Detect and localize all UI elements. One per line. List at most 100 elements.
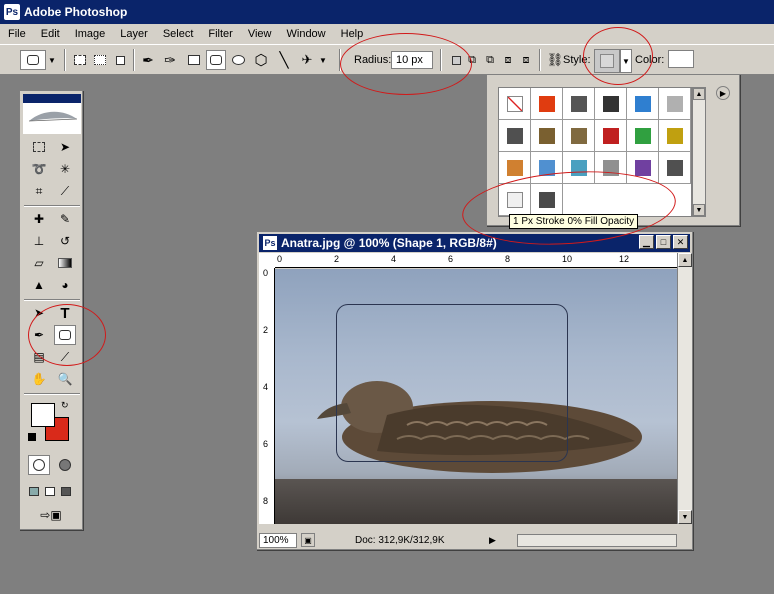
menu-filter[interactable]: Filter — [200, 28, 239, 40]
style-swatch-preview — [666, 159, 683, 176]
menu-view[interactable]: View — [240, 28, 279, 40]
style-grid-scrollbar[interactable]: ▲ ▼ — [692, 87, 706, 217]
clone-stamp-tool-icon[interactable]: ⊥ — [28, 231, 50, 251]
style-swatch[interactable] — [659, 152, 691, 184]
preset-dropdown-arrow[interactable]: ▼ — [46, 50, 58, 70]
divider — [24, 299, 80, 301]
gradient-tool-icon[interactable] — [54, 253, 76, 273]
scroll-up-arrow[interactable]: ▲ — [678, 253, 692, 267]
status-preview-icon[interactable]: ▣ — [301, 533, 315, 547]
paths-icon[interactable] — [90, 50, 110, 70]
style-swatch[interactable] — [531, 120, 563, 152]
menu-edit[interactable]: Edit — [33, 28, 67, 40]
screen-mode-full-menu-icon[interactable] — [42, 481, 58, 501]
default-colors-icon[interactable] — [28, 433, 36, 441]
maximize-button[interactable]: □ — [656, 235, 671, 249]
rectangle-tool-icon[interactable] — [184, 50, 204, 70]
ruler-tick-label: 4 — [263, 382, 269, 392]
hand-tool-icon[interactable]: ✋ — [28, 369, 50, 389]
style-swatch[interactable] — [499, 120, 531, 152]
image-canvas[interactable] — [275, 269, 677, 524]
scroll-down-arrow[interactable]: ▼ — [678, 510, 692, 524]
panel-menu-arrow-icon[interactable]: ▶ — [716, 86, 730, 100]
menu-select[interactable]: Select — [155, 28, 201, 40]
blur-tool-icon[interactable]: ▲ — [28, 275, 50, 295]
scroll-down-arrow[interactable]: ▼ — [693, 204, 705, 216]
tool-preset-picker[interactable] — [20, 50, 46, 70]
rounded-rectangle-tool-icon[interactable] — [206, 50, 226, 70]
style-swatch[interactable] — [659, 88, 691, 120]
standard-mode-icon[interactable] — [28, 455, 50, 475]
style-swatch[interactable] — [531, 88, 563, 120]
scroll-up-arrow[interactable]: ▲ — [693, 88, 705, 100]
fill-pixels-icon[interactable] — [110, 50, 130, 70]
color-swatch[interactable] — [668, 50, 694, 68]
intersect-shape-area-icon[interactable]: ⧈ — [498, 50, 518, 70]
rock-ledge — [275, 479, 677, 524]
status-menu-arrow-icon[interactable]: ▶ — [489, 535, 496, 546]
document-window: Ps Anatra.jpg @ 100% (Shape 1, RGB/8#) ▁… — [256, 231, 693, 550]
divider — [24, 393, 80, 395]
crop-tool-icon[interactable]: ⌗ — [28, 181, 50, 201]
polygon-tool-icon[interactable]: ⬡ — [251, 50, 271, 70]
vertical-scrollbar[interactable]: ▲ ▼ — [677, 253, 692, 524]
magic-wand-tool-icon[interactable]: ✳ — [54, 159, 76, 179]
ruler-tick-label: 10 — [562, 254, 573, 264]
move-tool-icon[interactable]: ➤ — [54, 137, 76, 157]
menu-file[interactable]: File — [0, 28, 33, 40]
zoom-level-field[interactable]: 100% — [259, 532, 297, 548]
exclude-shape-area-icon[interactable]: ⧈ — [516, 50, 536, 70]
menu-layer[interactable]: Layer — [112, 28, 155, 40]
slice-tool-icon[interactable]: ⟋ — [54, 181, 76, 201]
document-titlebar[interactable]: Ps Anatra.jpg @ 100% (Shape 1, RGB/8#) — [259, 234, 690, 252]
style-swatch[interactable] — [659, 120, 691, 152]
quick-mask-mode-icon[interactable] — [54, 455, 76, 475]
ruler-tick-label: 2 — [263, 325, 269, 335]
custom-shape-tool-icon[interactable]: ✈ — [297, 50, 317, 70]
close-button[interactable]: ✕ — [673, 235, 688, 249]
style-swatch-preview — [506, 127, 523, 144]
style-swatch[interactable] — [627, 88, 659, 120]
foreground-color-swatch-front[interactable] — [31, 403, 55, 427]
screen-mode-full-icon[interactable] — [58, 481, 74, 501]
ruler-origin[interactable] — [259, 253, 275, 268]
eraser-tool-icon[interactable]: ▱ — [28, 253, 50, 273]
horizontal-ruler[interactable]: 0 2 4 6 8 10 12 — [275, 253, 677, 268]
freeform-pen-icon[interactable]: ✑ — [160, 50, 180, 70]
menu-window[interactable]: Window — [279, 28, 333, 40]
toolbox-feather-logo — [23, 94, 81, 134]
marquee-tool-icon[interactable] — [28, 137, 50, 157]
menu-help[interactable]: Help — [333, 28, 371, 40]
ellipse-tool-icon[interactable] — [228, 50, 248, 70]
dodge-tool-icon[interactable]: ◕ — [54, 275, 76, 295]
horizontal-scrollbar[interactable] — [517, 534, 677, 547]
menu-image[interactable]: Image — [67, 28, 113, 40]
style-swatch-preview — [506, 159, 523, 176]
style-swatch[interactable] — [563, 120, 595, 152]
minimize-button[interactable]: ▁ — [639, 235, 654, 249]
style-swatch[interactable] — [499, 88, 531, 120]
subtract-shape-area-icon[interactable]: ⧉ — [480, 50, 500, 70]
ruler-tick-label: 0 — [277, 254, 283, 264]
brush-tool-icon[interactable]: ✎ — [54, 209, 76, 229]
style-swatch[interactable] — [627, 120, 659, 152]
lasso-tool-icon[interactable]: ➰ — [28, 159, 50, 179]
app-titlebar: Ps Adobe Photoshop — [0, 0, 774, 24]
vertical-ruler[interactable]: 0 2 4 6 8 — [259, 268, 275, 524]
shape-layers-icon[interactable] — [70, 50, 90, 70]
screen-mode-standard-icon[interactable] — [26, 481, 42, 501]
link-icon[interactable]: ⛓ — [545, 50, 565, 70]
swap-colors-icon[interactable]: ↻ — [61, 400, 69, 411]
history-brush-tool-icon[interactable]: ↺ — [54, 231, 76, 251]
style-swatch[interactable] — [595, 88, 627, 120]
style-swatch[interactable] — [563, 88, 595, 120]
annotation-circle-radius — [340, 33, 472, 95]
pen-icon[interactable]: ✒ — [138, 50, 158, 70]
geometry-options-arrow[interactable]: ▼ — [317, 50, 329, 70]
style-swatch[interactable] — [595, 120, 627, 152]
healing-brush-tool-icon[interactable]: ✚ — [28, 209, 50, 229]
line-tool-icon[interactable]: ╲ — [274, 50, 294, 70]
rounded-rectangle-shape-path[interactable] — [336, 304, 568, 462]
zoom-tool-icon[interactable]: 🔍 — [54, 369, 76, 389]
jump-to-imageready-icon[interactable]: ⇨▣ — [34, 505, 68, 525]
